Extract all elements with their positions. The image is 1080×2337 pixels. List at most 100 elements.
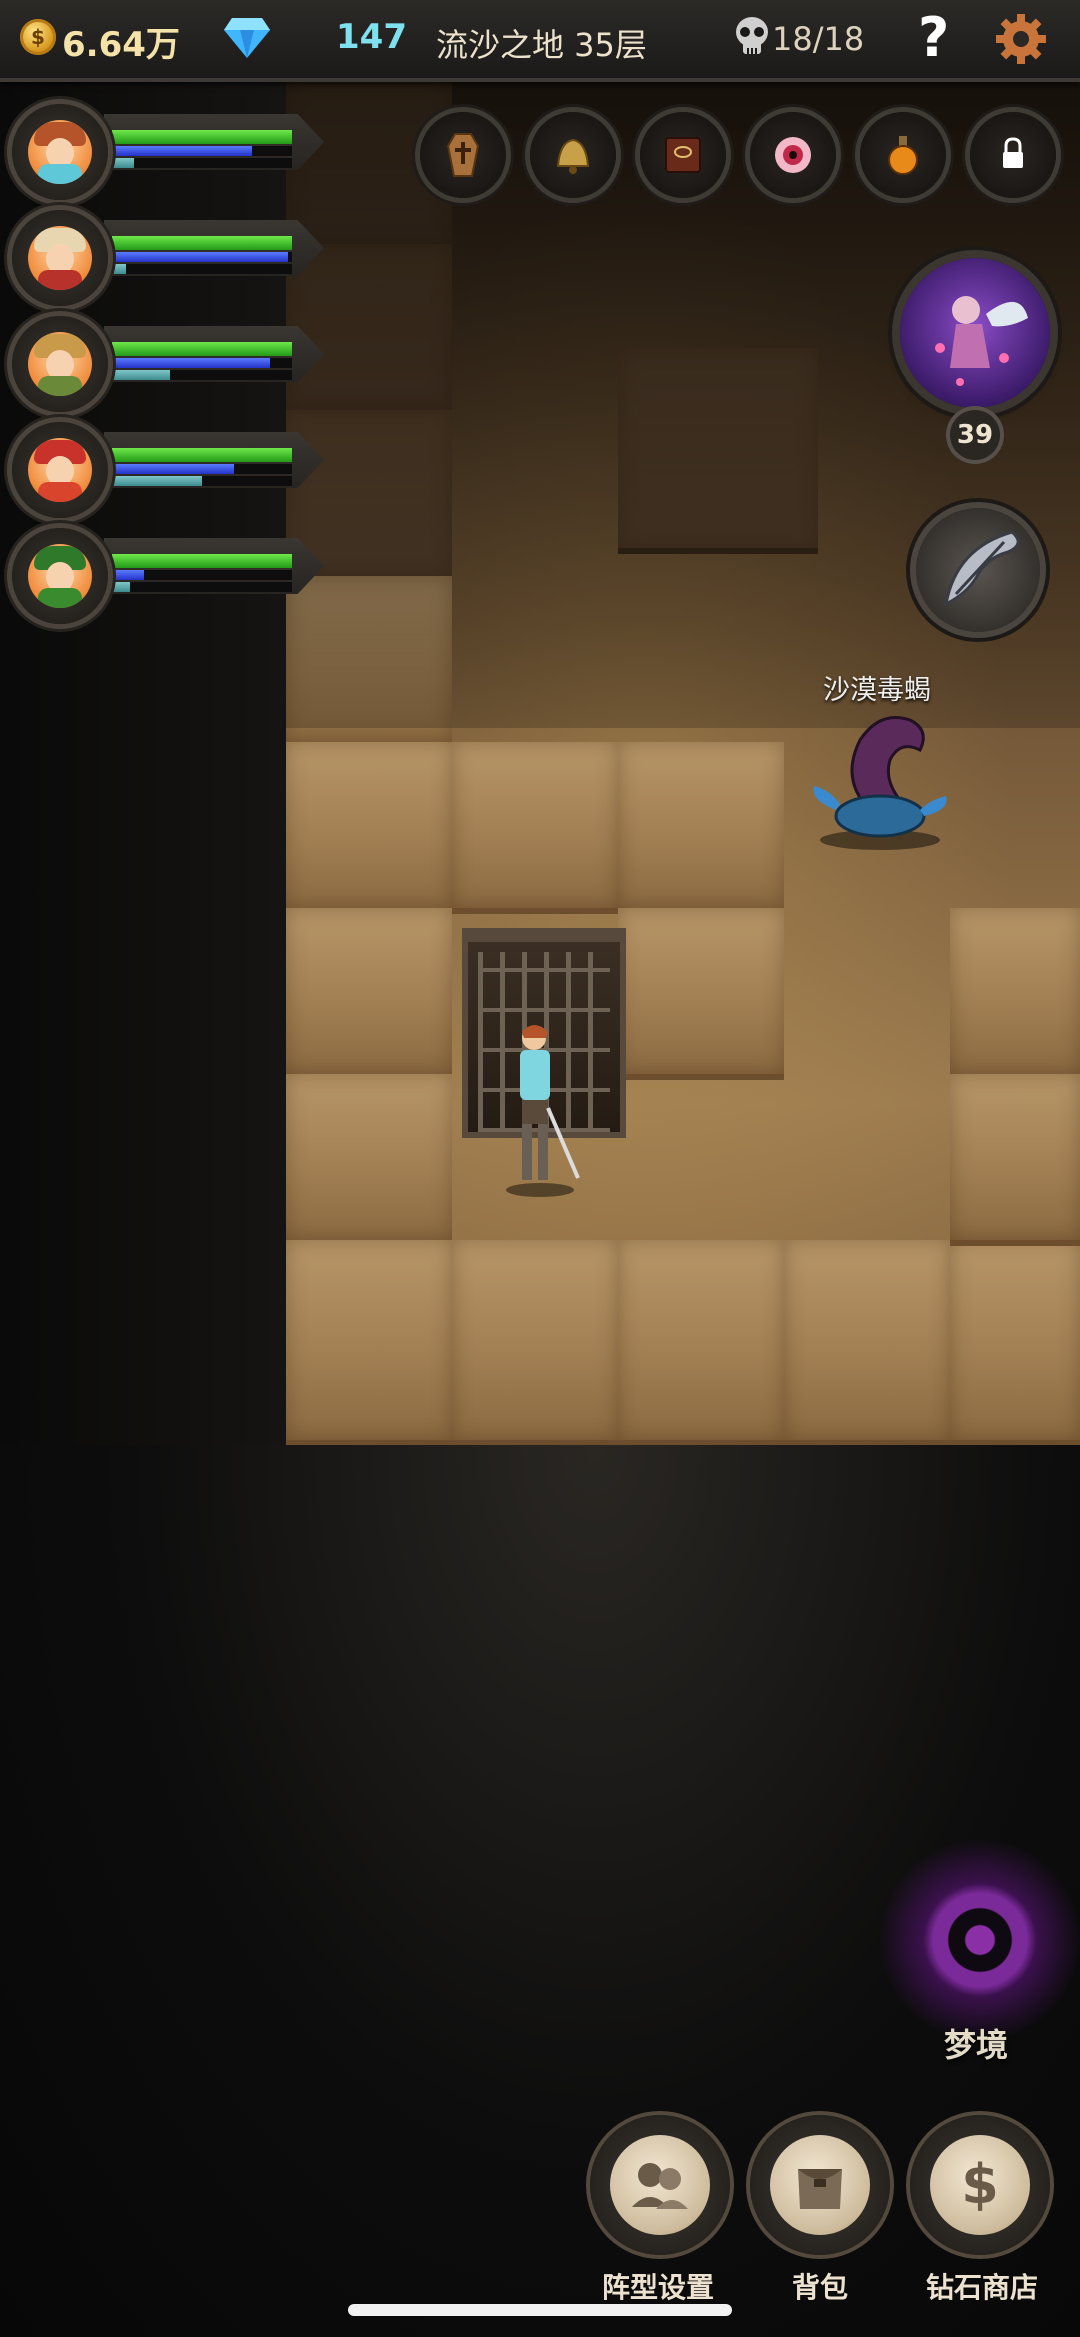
map-tile <box>950 1240 1080 1446</box>
mp-bar <box>112 464 292 474</box>
hero-body <box>38 270 82 290</box>
mp-fill <box>112 464 235 474</box>
backpack-label: 背包 <box>792 2271 849 2304</box>
hp-bar <box>112 236 292 250</box>
svg-text:$: $ <box>961 2153 999 2216</box>
skull-icon <box>736 17 768 54</box>
floor-title: 流沙之地 35层 <box>436 26 647 64</box>
feather-icon <box>943 530 1020 607</box>
map-tile <box>784 1240 950 1446</box>
hp-bar <box>112 130 292 144</box>
hp-bar <box>112 342 292 356</box>
map-tile <box>618 742 784 914</box>
hero-portrait <box>28 438 92 502</box>
book-icon <box>665 137 701 173</box>
hero-body <box>38 164 82 184</box>
kill-count: 18/18 <box>772 20 865 58</box>
mp-bar <box>112 252 292 262</box>
xp-bar <box>112 158 292 168</box>
hero-portrait <box>28 226 92 290</box>
map-tile <box>950 908 1080 1080</box>
hp-fill <box>112 448 292 462</box>
hero-card[interactable] <box>12 210 332 310</box>
hero-frame <box>12 316 108 412</box>
hp-fill <box>112 554 292 568</box>
item-slot-locked[interactable] <box>968 104 1058 214</box>
hero-card[interactable] <box>12 316 332 416</box>
mp-bar <box>112 146 292 156</box>
player-hero[interactable] <box>490 1018 590 1198</box>
mp-fill <box>112 570 145 580</box>
hero-body <box>38 482 82 502</box>
button-face <box>610 2135 710 2235</box>
scorpion-enemy[interactable] <box>800 700 960 860</box>
xp-bar <box>112 476 292 486</box>
map-tile <box>618 1240 784 1446</box>
feather-button[interactable] <box>916 508 1040 632</box>
lock-icon <box>1003 137 1023 168</box>
xp-bar <box>112 370 292 380</box>
hero-frame <box>12 104 108 200</box>
item-slot-book[interactable] <box>638 104 728 214</box>
xp-fill <box>112 158 134 168</box>
hero-portrait <box>28 120 92 184</box>
map-tile <box>618 348 818 554</box>
mp-bar <box>112 570 292 580</box>
hero-card[interactable] <box>12 528 332 628</box>
xp-bar <box>112 264 292 274</box>
hero-portrait <box>28 544 92 608</box>
item-slot-bell[interactable] <box>528 104 618 214</box>
map-tile <box>618 908 784 1080</box>
boss-level-badge: 39 <box>950 410 1000 460</box>
boss-figure <box>935 296 1028 386</box>
gem-amount: 147 <box>336 17 407 57</box>
item-slot-eye[interactable] <box>748 104 838 214</box>
dream-portal-button[interactable] <box>880 1840 1080 2040</box>
button-face <box>770 2135 870 2235</box>
hp-bar <box>112 448 292 462</box>
mp-fill <box>112 146 253 156</box>
boss-portrait[interactable] <box>900 258 1050 408</box>
backpack-button[interactable] <box>750 2115 890 2255</box>
mp-bar <box>112 358 292 368</box>
xp-fill <box>112 582 130 592</box>
map-tile <box>452 742 618 914</box>
mp-fill <box>112 252 289 262</box>
coffin-icon <box>446 133 480 177</box>
hero-frame <box>12 528 108 624</box>
help-button[interactable]: ? <box>918 6 949 69</box>
gear-icon[interactable] <box>994 12 1048 66</box>
hero-card[interactable] <box>12 104 332 204</box>
home-indicator[interactable] <box>348 2304 732 2316</box>
diamond-shop-button[interactable]: $ <box>910 2115 1050 2255</box>
hp-fill <box>112 130 292 144</box>
map-tile <box>950 1074 1080 1246</box>
formation-button[interactable] <box>590 2115 730 2255</box>
item-slot-potion[interactable] <box>858 104 948 214</box>
item-slot-coffin[interactable] <box>418 104 508 214</box>
potion-icon <box>888 136 918 175</box>
hero-body <box>38 376 82 396</box>
hero-portrait <box>28 332 92 396</box>
xp-bar <box>112 582 292 592</box>
hp-bar <box>112 554 292 568</box>
map-tile <box>286 1240 452 1446</box>
map-tile <box>286 1074 452 1246</box>
xp-fill <box>112 264 127 274</box>
gold-amount: 6.64万 <box>62 25 180 65</box>
eye-icon <box>775 137 811 173</box>
hero-frame <box>12 422 108 518</box>
hero-card[interactable] <box>12 422 332 522</box>
xp-fill <box>112 370 170 380</box>
coin-icon: $ <box>20 19 56 55</box>
map-tile <box>286 742 452 914</box>
formation-icon <box>632 2163 688 2209</box>
bell-icon <box>556 138 590 174</box>
hero-body <box>38 588 82 608</box>
mp-fill <box>112 358 271 368</box>
dream-label: 梦境 <box>944 2026 1009 2064</box>
diamond-shop-label: 钻石商店 <box>926 2271 1039 2304</box>
button-face: $ <box>930 2135 1030 2235</box>
top-bar: $ 6.64万 147 流沙之地 35层 18/18 ? <box>0 0 1080 82</box>
xp-fill <box>112 476 202 486</box>
